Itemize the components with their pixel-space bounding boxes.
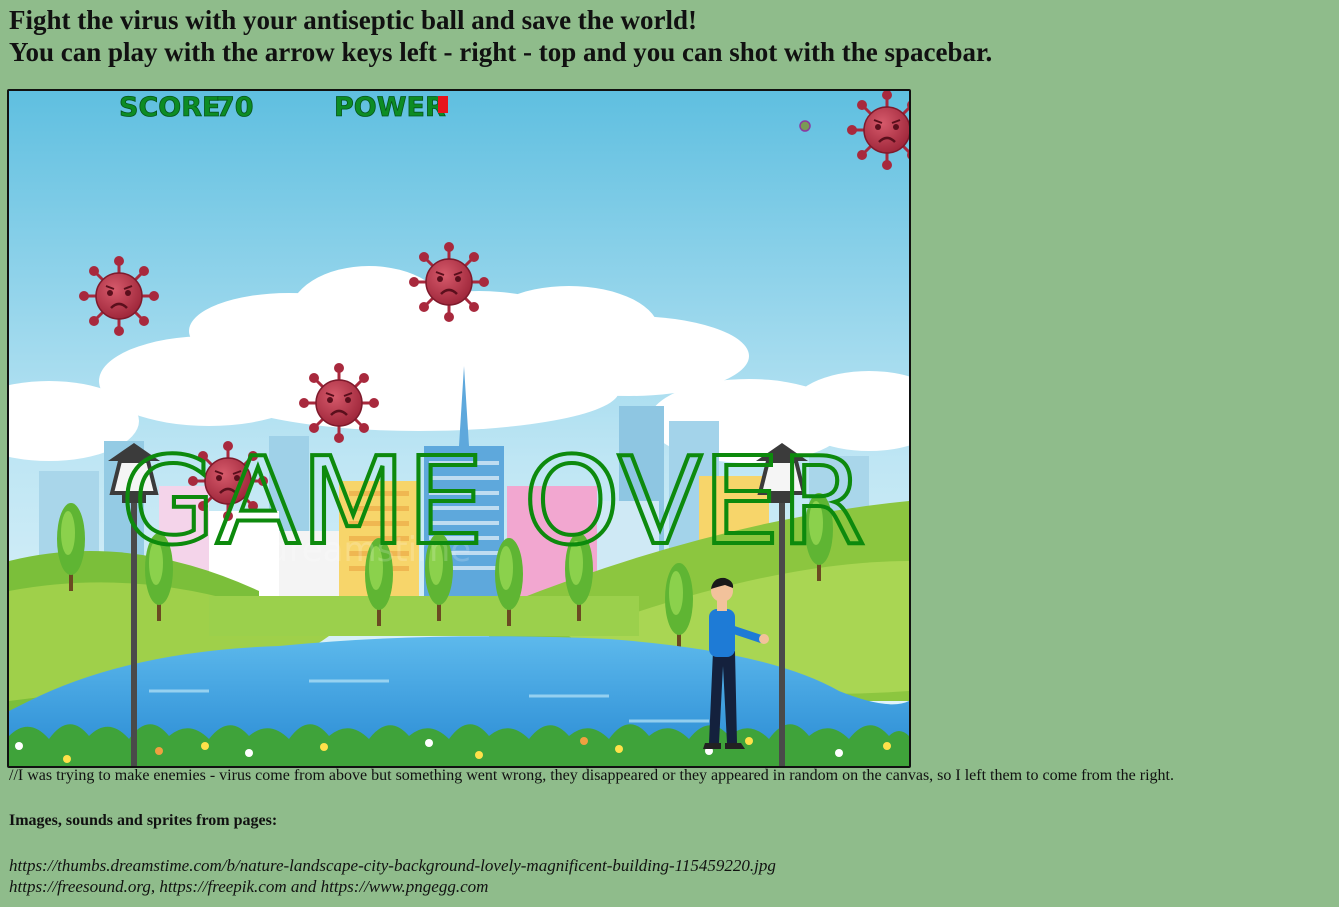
credit-line-1: https://thumbs.dreamstime.com/b/nature-l…	[9, 856, 776, 875]
game-over-text: GAME OVER	[121, 433, 866, 572]
credits-list: https://thumbs.dreamstime.com/b/nature-l…	[9, 855, 776, 897]
developer-note: //I was trying to make enemies - virus c…	[9, 767, 1174, 784]
power-bar	[438, 96, 448, 113]
virus-icon	[79, 256, 159, 336]
virus-icon	[409, 242, 489, 322]
game-canvas[interactable]: dreamstime SCORE 70 POWER GAME OVER	[7, 89, 911, 768]
page-heading: Fight the virus with your antiseptic bal…	[9, 4, 992, 68]
score-value: 70	[216, 92, 254, 123]
score-label: SCORE	[119, 92, 220, 123]
power-label: POWER	[334, 92, 446, 123]
credits-title: Images, sounds and sprites from pages:	[9, 812, 278, 829]
virus-icon	[299, 363, 379, 443]
heading-line-1: Fight the virus with your antiseptic bal…	[9, 5, 698, 35]
antiseptic-ball	[799, 120, 811, 132]
credit-line-2: https://freesound.org, https://freepik.c…	[9, 877, 489, 896]
game-scene: dreamstime SCORE 70 POWER GAME OVER	[9, 91, 909, 766]
heading-line-2: You can play with the arrow keys left - …	[9, 37, 993, 67]
